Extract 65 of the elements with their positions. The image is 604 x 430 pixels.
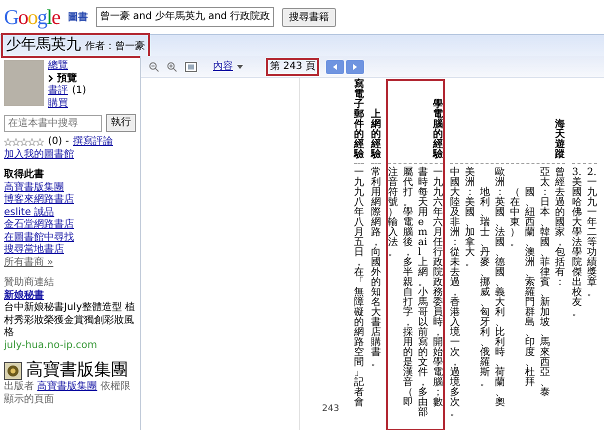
- text-column: 2.一九九一年二等功績獎章。: [587, 168, 597, 298]
- text-column: 國、紐西蘭、澳洲、索羅門群島、印度、杜拜: [525, 168, 535, 388]
- left-triangle-icon: [333, 64, 338, 70]
- seller-link[interactable]: 在圖書館中尋找: [4, 232, 74, 244]
- publisher-note: 出版者 高寶書版集團 依權限顯示的頁面: [4, 381, 132, 406]
- nav-item[interactable]: 預覽: [57, 72, 77, 85]
- text-column: 3.美國哈佛大學法學院傑出校友。: [572, 168, 582, 318]
- text-column: 常利用網際網路，向國外的知名大書店購書。: [371, 168, 381, 368]
- go-button[interactable]: 執行: [106, 114, 136, 132]
- nav-link[interactable]: 總覽: [48, 60, 68, 72]
- fullscreen-icon[interactable]: [185, 62, 197, 72]
- text-column: 地利、瑞士、丹麥、挪威、匈牙利、俄羅斯。: [480, 168, 490, 388]
- text-column: 亞太：日本、韓國、菲律賓、新加坡、馬來西亞、泰: [540, 168, 550, 398]
- seller-link[interactable]: 高寶書版集團: [4, 182, 64, 194]
- search-field[interactable]: 曾一豪 and 少年馬英九 and 行政院政: [96, 7, 274, 27]
- text-column: 美洲：美國、加拿大。: [465, 168, 475, 268]
- caret-icon: [237, 64, 243, 68]
- zoom-in-icon[interactable]: [167, 62, 177, 72]
- add-to-library-link[interactable]: 加入我的圖書館: [4, 148, 74, 161]
- chevron-icon: [48, 75, 53, 82]
- zoom-out-icon[interactable]: [149, 62, 159, 72]
- review-count: (1): [72, 85, 86, 98]
- text-column: （在中東）。: [510, 168, 520, 248]
- write-review-link[interactable]: 撰寫評論: [72, 136, 113, 148]
- text-column: 中國大陸及非洲：從未去過，香港入境一次，過境多次。: [450, 168, 460, 418]
- ad-url: july-hua.no-ip.com: [4, 340, 98, 352]
- all-sellers-link[interactable]: 所有書商 »: [4, 256, 54, 269]
- contents-menu[interactable]: 內容: [213, 59, 243, 74]
- section-heading: 寫電子郵件的經驗: [354, 80, 364, 160]
- search-in-book-field[interactable]: 在這本書中搜尋: [4, 114, 102, 132]
- google-logo: Google: [4, 6, 60, 28]
- ad-text: 台中新娘秘書July整體造型 植村秀彩妝榮獲金賞獨創彩妝風格: [4, 302, 136, 340]
- text-column: 歐洲：英國、法國、德國、義大利、比利時、荷蘭、奧: [495, 168, 505, 408]
- nav-link[interactable]: 購買: [48, 98, 68, 110]
- page-number: 243: [322, 402, 340, 416]
- section-heading: 海天遊蹤: [555, 120, 565, 160]
- product-label: 圖書: [68, 10, 88, 24]
- search-books-button[interactable]: 搜尋書籍: [282, 8, 336, 26]
- seller-link[interactable]: 搜尋當地書店: [4, 244, 64, 256]
- seller-link[interactable]: eslite 誠品: [4, 206, 54, 219]
- next-page-button[interactable]: [346, 60, 364, 74]
- section-heading: 學電腦的經驗: [433, 100, 443, 160]
- text-column: 一九九八年八月五日，在「無障礙的網路空間」記者會: [354, 168, 364, 408]
- book-author: 作者：曾一豪: [85, 40, 145, 54]
- sponsored-heading: 贊助商連結: [4, 277, 55, 289]
- rating-count: (0) -: [48, 136, 69, 148]
- section-heading: 取得此書: [4, 169, 45, 182]
- book-title: 少年馬英九: [6, 34, 81, 54]
- seller-link[interactable]: 金石堂網路書店: [4, 219, 74, 232]
- page-indicator[interactable]: 第 243 頁: [267, 58, 318, 74]
- ad-title-link[interactable]: 新娘秘書: [4, 290, 44, 302]
- seller-link[interactable]: 博客來網路書店: [4, 194, 74, 206]
- nav-link[interactable]: 書評: [48, 85, 68, 98]
- text-column: 曾經去過的國家，包括有：: [555, 168, 565, 288]
- section-heading: 上網的經驗: [371, 110, 381, 160]
- text-column: 注音符號）輸入法。: [388, 168, 398, 258]
- publisher-link[interactable]: 高寶書版集團: [37, 381, 98, 392]
- right-triangle-icon: [353, 64, 358, 70]
- previous-page-button[interactable]: [326, 60, 344, 74]
- text-column: 屬代打。學電腦後，多半親自打字，採用的是漢音（即: [403, 168, 413, 408]
- star-rating[interactable]: [4, 138, 44, 146]
- text-column: 一九九六年六月任行政院政務委員時，開始學電腦；數: [433, 168, 443, 408]
- publisher-logo-text: 高寶書版集團: [26, 360, 128, 380]
- text-column: 書時每天用email上網。小馬哥以前寫的文件，多由部: [418, 168, 428, 418]
- emblem-icon: [4, 362, 22, 380]
